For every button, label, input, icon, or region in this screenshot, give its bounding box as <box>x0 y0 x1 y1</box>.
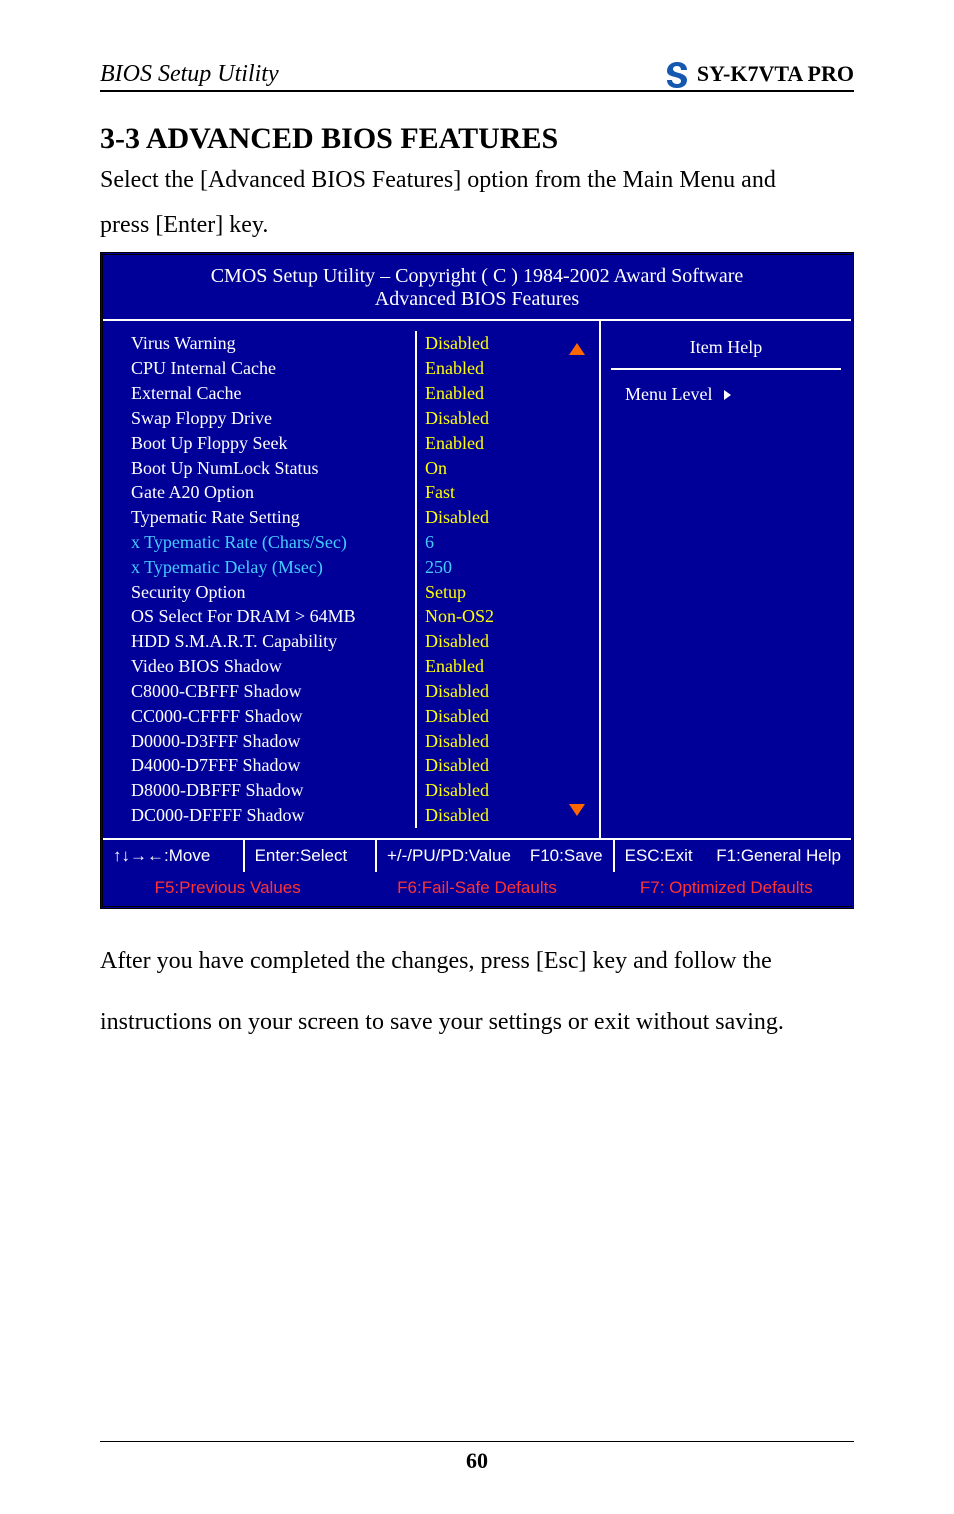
bios-option-label[interactable]: Video BIOS Shadow <box>131 654 356 679</box>
bios-footer: ↑↓→←:Move Enter:Select +/-/PU/PD:Value F… <box>103 838 851 906</box>
foot-help: F1:General Help <box>716 846 841 865</box>
bios-option-value[interactable]: Disabled <box>425 629 565 654</box>
foot-previous: F5:Previous Values <box>103 878 352 898</box>
bios-values-col: DisabledEnabledEnabledDisabledEnabledOnF… <box>415 331 565 828</box>
bios-title-line1: CMOS Setup Utility – Copyright ( C ) 198… <box>111 265 843 288</box>
bios-option-value[interactable]: Disabled <box>425 704 565 729</box>
bios-option-value[interactable]: Enabled <box>425 654 565 679</box>
scroll-down-icon[interactable] <box>569 804 585 816</box>
bios-option-label[interactable]: C8000-CBFFF Shadow <box>131 679 356 704</box>
bios-option-value[interactable]: 250 <box>425 555 565 580</box>
bios-option-label[interactable]: DC000-DFFFF Shadow <box>131 803 356 828</box>
header-model: SY-K7VTA PRO <box>697 61 854 87</box>
foot-exit: ESC:Exit <box>625 846 693 865</box>
bios-option-value[interactable]: Enabled <box>425 431 565 456</box>
bios-option-value[interactable]: Disabled <box>425 778 565 803</box>
bios-option-label[interactable]: Swap Floppy Drive <box>131 406 356 431</box>
intro-line1: Select the [Advanced BIOS Features] opti… <box>100 162 854 199</box>
bios-option-label[interactable]: HDD S.M.A.R.T. Capability <box>131 629 356 654</box>
bios-option-label[interactable]: Security Option <box>131 580 356 605</box>
bios-setup-box: CMOS Setup Utility – Copyright ( C ) 198… <box>100 252 854 909</box>
bios-option-label[interactable]: Virus Warning <box>131 331 356 356</box>
scrollbar[interactable] <box>565 331 591 828</box>
foot-exit-help: ESC:Exit F1:General Help <box>615 840 851 872</box>
bios-option-label[interactable]: External Cache <box>131 381 356 406</box>
intro-line2: press [Enter] key. <box>100 207 854 244</box>
bios-title: CMOS Setup Utility – Copyright ( C ) 198… <box>103 255 851 321</box>
after-line1: After you have completed the changes, pr… <box>100 943 854 980</box>
bios-title-line2: Advanced BIOS Features <box>111 288 843 311</box>
scroll-up-icon[interactable] <box>569 343 585 355</box>
foot-save: F10:Save <box>530 846 603 865</box>
bios-option-value[interactable]: Disabled <box>425 406 565 431</box>
brand-logo-icon <box>663 60 691 88</box>
bios-option-value[interactable]: Disabled <box>425 729 565 754</box>
bios-option-label[interactable]: x Typematic Rate (Chars/Sec) <box>131 530 356 555</box>
header-right: SY-K7VTA PRO <box>663 60 854 88</box>
bios-option-label[interactable]: D4000-D7FFF Shadow <box>131 753 356 778</box>
bios-option-label[interactable]: D0000-D3FFF Shadow <box>131 729 356 754</box>
foot-optimized: F7: Optimized Defaults <box>602 878 851 898</box>
bios-labels-col: Virus WarningCPU Internal CacheExternal … <box>103 331 356 828</box>
bios-option-label[interactable]: x Typematic Delay (Msec) <box>131 555 356 580</box>
bios-option-label[interactable]: OS Select For DRAM > 64MB <box>131 604 356 629</box>
bios-option-value[interactable]: Disabled <box>425 753 565 778</box>
page-header: BIOS Setup Utility SY-K7VTA PRO <box>100 60 854 92</box>
after-line2: instructions on your screen to save your… <box>100 1004 854 1041</box>
header-left: BIOS Setup Utility <box>100 61 279 88</box>
foot-value: +/-/PU/PD:Value <box>387 846 511 865</box>
section-heading: 3-3 ADVANCED BIOS FEATURES <box>100 122 854 156</box>
bios-option-label[interactable]: Typematic Rate Setting <box>131 505 356 530</box>
menu-level: Menu Level <box>611 384 841 405</box>
bios-option-label[interactable]: D8000-DBFFF Shadow <box>131 778 356 803</box>
bios-option-label[interactable]: Boot Up Floppy Seek <box>131 431 356 456</box>
bios-option-value[interactable]: Disabled <box>425 679 565 704</box>
bios-option-value[interactable]: Fast <box>425 480 565 505</box>
bios-option-value[interactable]: Enabled <box>425 356 565 381</box>
bios-options-pane: Virus WarningCPU Internal CacheExternal … <box>103 321 601 838</box>
foot-failsafe: F6:Fail-Safe Defaults <box>352 878 601 898</box>
foot-move: ↑↓→←:Move <box>103 840 245 872</box>
foot-select: Enter:Select <box>245 840 377 872</box>
bios-help-pane: Item Help Menu Level <box>601 321 851 838</box>
menu-level-arrow-icon <box>724 390 731 400</box>
bios-option-value[interactable]: Enabled <box>425 381 565 406</box>
bios-option-value[interactable]: Disabled <box>425 803 565 828</box>
bios-option-value[interactable]: On <box>425 456 565 481</box>
bios-option-label[interactable]: Boot Up NumLock Status <box>131 456 356 481</box>
bios-option-label[interactable]: CPU Internal Cache <box>131 356 356 381</box>
bios-option-value[interactable]: Disabled <box>425 331 565 356</box>
bios-option-value[interactable]: 6 <box>425 530 565 555</box>
foot-value-save: +/-/PU/PD:Value F10:Save <box>377 840 615 872</box>
bios-option-value[interactable]: Non-OS2 <box>425 604 565 629</box>
item-help-title: Item Help <box>611 331 841 370</box>
page-number: 60 <box>100 1441 854 1474</box>
bios-option-label[interactable]: Gate A20 Option <box>131 480 356 505</box>
bios-option-label[interactable]: CC000-CFFFF Shadow <box>131 704 356 729</box>
bios-option-value[interactable]: Disabled <box>425 505 565 530</box>
bios-option-value[interactable]: Setup <box>425 580 565 605</box>
menu-level-label: Menu Level <box>625 384 712 405</box>
